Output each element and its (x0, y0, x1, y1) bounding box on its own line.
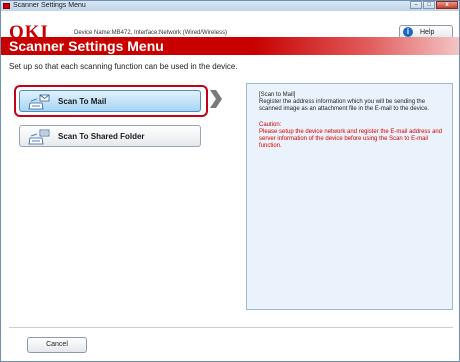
footer-divider (9, 327, 453, 328)
scan-to-mail-button[interactable]: Scan To Mail (19, 90, 201, 112)
info-icon: i (403, 27, 413, 37)
caution-heading: Caution: (259, 122, 282, 128)
device-name-label: Device Name:MB472, Interface:Network (Wi… (74, 30, 228, 36)
cancel-button[interactable]: Cancel (27, 337, 87, 353)
window-title: Scanner Settings Menu (13, 2, 86, 9)
header: OKI Device Name:MB472, Interface:Network… (1, 11, 459, 42)
scan-to-mail-icon (28, 94, 50, 110)
app-icon (3, 3, 10, 9)
chevron-right-icon (210, 90, 222, 108)
info-heading: [Scan to Mail] (259, 92, 296, 98)
window-controls: ‒ □ x (409, 1, 458, 10)
scanner-settings-window: Scanner Settings Menu ‒ □ x OKI Device N… (0, 0, 460, 362)
page-title: Scanner Settings Menu (9, 38, 164, 54)
scan-to-shared-folder-button[interactable]: Scan To Shared Folder (19, 125, 201, 147)
menu-banner: Scanner Settings Menu (1, 37, 459, 55)
help-button-label: Help (420, 29, 435, 36)
caution-body: Please setup the device network and regi… (259, 129, 443, 149)
scan-to-folder-icon (28, 129, 50, 145)
description-panel: [Scan to Mail] Register the address info… (246, 83, 453, 310)
close-button[interactable]: x (436, 1, 458, 9)
minimize-button[interactable]: ‒ (410, 1, 422, 9)
scan-to-mail-label: Scan To Mail (58, 97, 107, 106)
scan-to-shared-folder-label: Scan To Shared Folder (58, 132, 145, 141)
title-bar: Scanner Settings Menu ‒ □ x (1, 1, 459, 11)
maximize-button[interactable]: □ (423, 1, 435, 9)
info-body: Register the address information which y… (259, 99, 430, 112)
description-text: Set up so that each scanning function ca… (9, 62, 238, 71)
